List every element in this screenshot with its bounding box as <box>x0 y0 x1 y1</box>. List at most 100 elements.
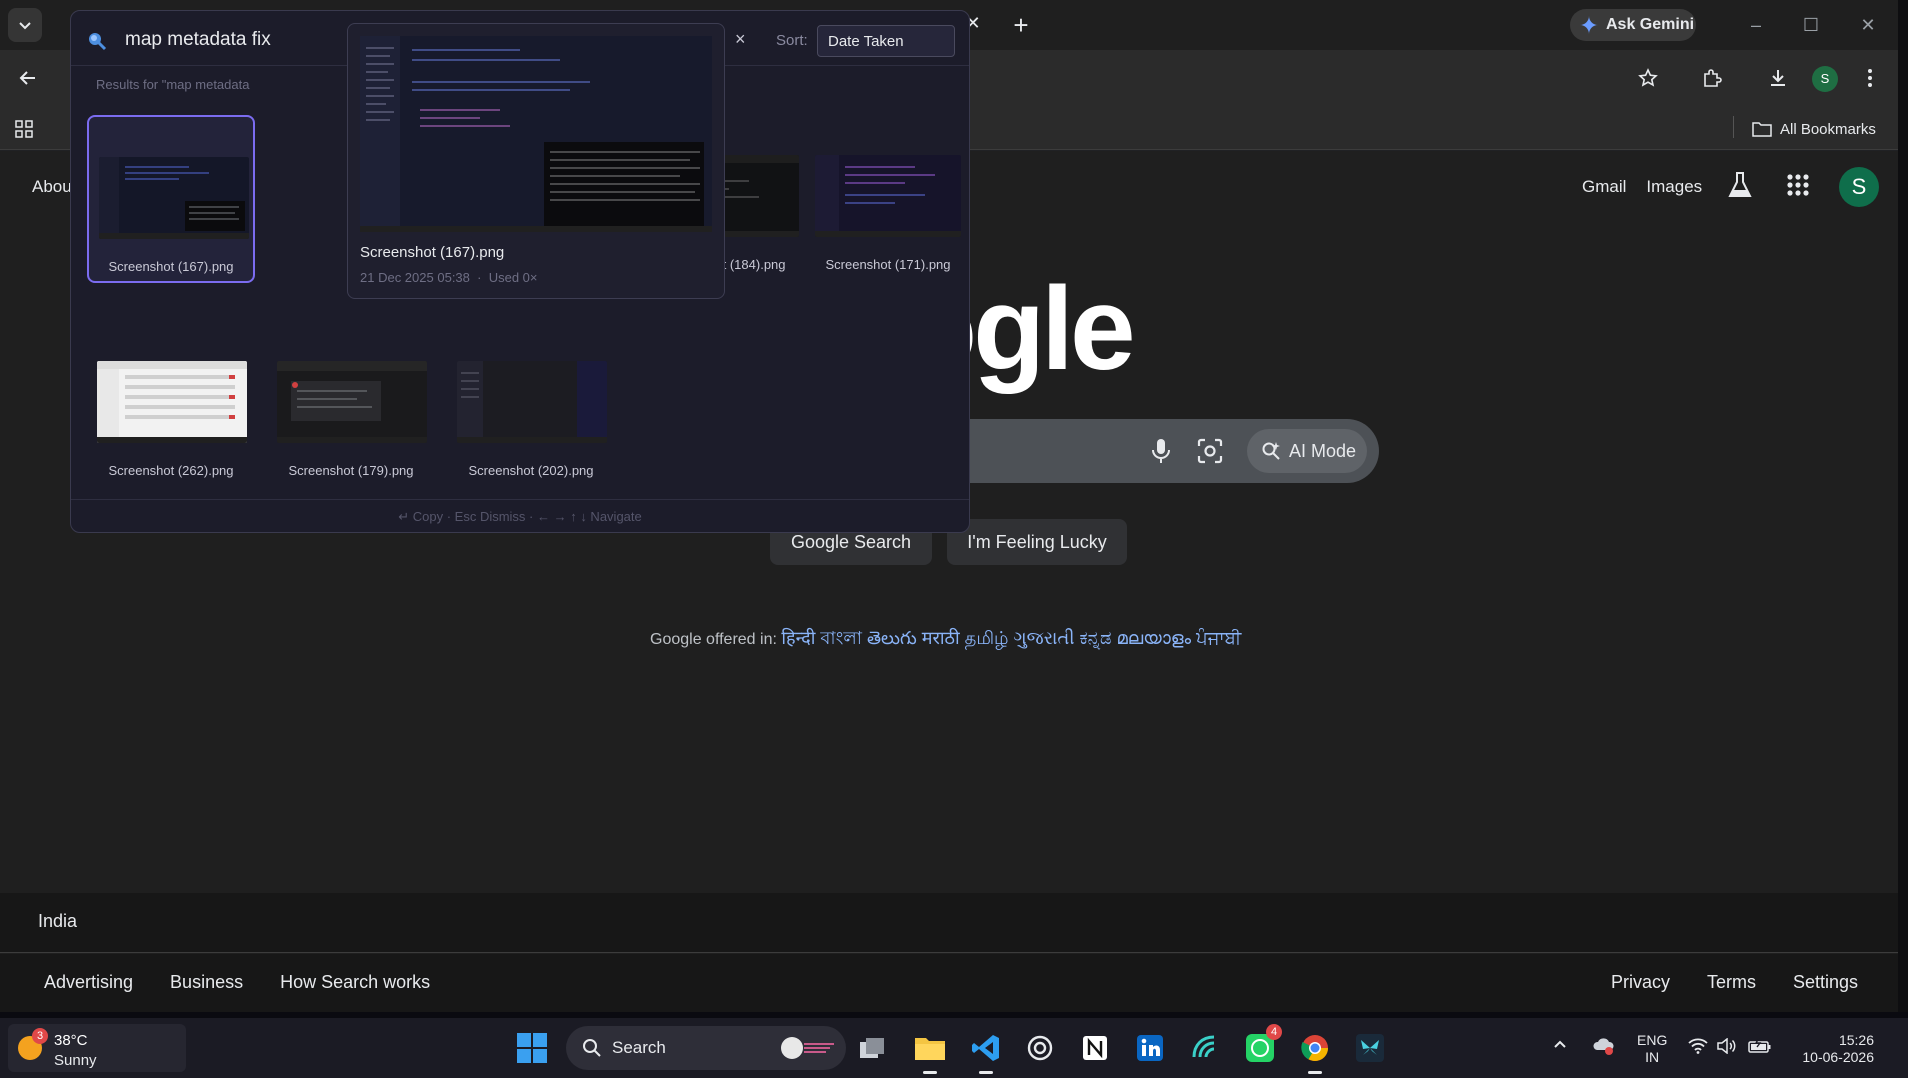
result-filename: Screenshot (167).png <box>108 259 234 274</box>
keyboard-hints: ↵ Copy · Esc Dismiss · ← → ↑ ↓ Navigate <box>71 499 969 533</box>
show-hidden-icons-button[interactable] <box>1552 1036 1568 1078</box>
picker-search-input[interactable]: map metadata fix <box>125 29 271 51</box>
result-card[interactable]: Screenshot (179).png <box>267 301 435 478</box>
weather-condition: Sunny <box>54 1052 97 1069</box>
ask-gemini-label: Ask Gemini <box>1606 16 1695 33</box>
puzzle-icon <box>1704 69 1722 87</box>
volume-tray[interactable] <box>1717 1037 1737 1078</box>
speaker-icon <box>1717 1037 1736 1055</box>
footer-country-bar: India <box>0 893 1898 953</box>
tab-search-button[interactable] <box>8 8 42 42</box>
taskbar-search-box[interactable]: Search <box>566 1026 846 1070</box>
extensions-button[interactable] <box>1696 62 1728 94</box>
thumbnail-image <box>99 157 249 239</box>
lens-search-button[interactable] <box>1196 437 1224 470</box>
region-code: IN <box>1645 1049 1660 1065</box>
search-icon <box>583 1039 601 1057</box>
task-view-button[interactable] <box>852 1028 892 1068</box>
clear-search-button[interactable]: × <box>735 29 746 50</box>
result-card[interactable]: Screenshot (167).png <box>87 115 255 283</box>
folder-icon <box>1752 122 1772 137</box>
cloud-error-icon <box>1593 1038 1614 1055</box>
taskbar-vscode[interactable] <box>966 1028 1006 1074</box>
footer-right-links: Privacy Terms Settings <box>1611 972 1858 993</box>
preview-used-count: Used 0× <box>488 270 538 285</box>
language-indicator[interactable]: ENG IN <box>1637 1032 1667 1066</box>
back-button[interactable] <box>12 62 44 94</box>
images-link[interactable]: Images <box>1646 177 1702 197</box>
browser-menu-button[interactable] <box>1854 62 1886 94</box>
taskbar-search-label: Search <box>612 1038 666 1057</box>
thumbnail-taskbar <box>815 231 961 237</box>
profile-avatar[interactable]: S <box>1812 66 1838 92</box>
feeling-lucky-button[interactable]: I'm Feeling Lucky <box>947 519 1127 565</box>
how-search-works-link[interactable]: How Search works <box>280 972 430 993</box>
wave-app-icon <box>1192 1035 1215 1058</box>
flask-icon <box>1728 172 1752 197</box>
search-highlight-icon <box>781 1037 834 1059</box>
onedrive-tray[interactable] <box>1592 1036 1616 1078</box>
taskbar-chatgpt[interactable] <box>1020 1028 1060 1068</box>
downloads-button[interactable] <box>1762 62 1794 94</box>
clock-date: 10-06-2026 <box>1802 1049 1874 1065</box>
result-card[interactable]: Screenshot (202).png <box>447 301 615 478</box>
gmail-link[interactable]: Gmail <box>1582 177 1626 197</box>
google-account-avatar[interactable]: S <box>1839 167 1879 207</box>
settings-link[interactable]: Settings <box>1793 972 1858 993</box>
taskbar-file-explorer[interactable] <box>910 1028 950 1074</box>
task-view-icon <box>860 1038 884 1058</box>
ai-mode-label: AI Mode <box>1289 440 1357 461</box>
taskbar-chrome[interactable] <box>1295 1028 1335 1074</box>
preview-date: 21 Dec 2025 <box>360 270 434 285</box>
google-apps-button[interactable] <box>1786 173 1810 202</box>
thumbnail-image <box>815 155 961 237</box>
close-window-button[interactable]: ✕ <box>1848 10 1888 40</box>
image-preview-popover: Screenshot (167).png 21 Dec 2025 05:38 ·… <box>347 23 725 299</box>
apps-shortcut-button[interactable] <box>8 113 40 145</box>
start-button[interactable] <box>516 1032 548 1064</box>
ask-gemini-button[interactable]: Ask Gemini <box>1570 9 1696 41</box>
taskbar-linkedin[interactable] <box>1130 1028 1170 1068</box>
taskbar-whatsapp[interactable]: 4 <box>1240 1024 1282 1068</box>
sort-dropdown[interactable]: Date Taken <box>817 25 955 57</box>
labs-button[interactable] <box>1727 171 1753 204</box>
taskbar-app-wave[interactable] <box>1185 1028 1225 1068</box>
bookmark-star-button[interactable] <box>1632 62 1664 94</box>
result-filename: Screenshot (171).png <box>825 257 951 272</box>
weather-widget[interactable]: 3 38°C Sunny <box>8 1024 186 1072</box>
system-clock[interactable]: 15:26 10-06-2026 <box>1802 1032 1874 1066</box>
screenshot-search-popup: map metadata fix × Sort: Date Taken Resu… <box>70 10 970 533</box>
wifi-tray[interactable] <box>1688 1038 1708 1078</box>
arrow-left-icon <box>19 71 35 85</box>
top-links: Gmail Images <box>1582 177 1702 197</box>
result-card[interactable]: Screenshot (171).png <box>813 115 963 283</box>
taskbar-app-butterfly[interactable] <box>1350 1028 1390 1068</box>
minimize-button[interactable]: – <box>1736 10 1776 40</box>
taskbar-notion[interactable] <box>1075 1028 1115 1068</box>
country-label: India <box>38 911 78 931</box>
privacy-link[interactable]: Privacy <box>1611 972 1670 993</box>
battery-tray[interactable] <box>1748 1037 1772 1078</box>
terms-link[interactable]: Terms <box>1707 972 1756 993</box>
thumbnail-taskbar <box>97 437 247 443</box>
about-link[interactable]: Abou <box>32 177 72 197</box>
kebab-menu-icon <box>1868 69 1872 87</box>
voice-search-button[interactable] <box>1148 437 1174 470</box>
apps-grid-icon <box>1787 174 1809 196</box>
advertising-link[interactable]: Advertising <box>44 972 133 993</box>
butterfly-app-icon <box>1356 1034 1384 1062</box>
result-card[interactable]: Screenshot (262).png <box>87 301 255 478</box>
language-links[interactable]: हिन्दी বাংলা తెలుగు मराठी தமிழ் ગુજરાતી … <box>781 628 1241 648</box>
weather-notification-badge: 3 <box>32 1028 48 1044</box>
all-bookmarks-button[interactable]: All Bookmarks <box>1752 114 1876 144</box>
new-tab-button[interactable]: + <box>1006 10 1036 40</box>
business-link[interactable]: Business <box>170 972 243 993</box>
ai-mode-button[interactable]: AI Mode <box>1247 429 1367 473</box>
maximize-button[interactable]: ☐ <box>1791 10 1831 40</box>
whatsapp-badge: 4 <box>1266 1024 1282 1040</box>
preview-image <box>360 36 712 232</box>
gemini-sparkle-icon <box>1580 16 1598 34</box>
chevron-down-icon <box>19 22 31 30</box>
language-offer: Google offered in: हिन्दी বাংলা తెలుగు म… <box>650 624 1241 655</box>
language-code: ENG <box>1637 1032 1668 1048</box>
